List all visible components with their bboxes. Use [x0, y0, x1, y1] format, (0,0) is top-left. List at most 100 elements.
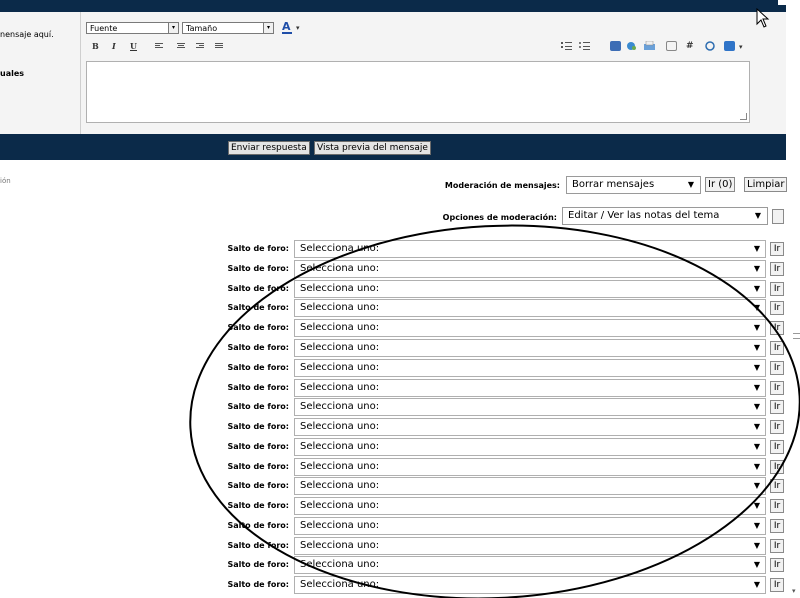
font-color-dropdown-icon[interactable]: ▾	[296, 24, 300, 32]
mouse-cursor-icon	[756, 8, 770, 28]
forum-jump-value: Selecciona uno:	[300, 283, 380, 294]
send-reply-button[interactable]: Enviar respuesta	[228, 141, 310, 155]
chevron-down-icon: ▼	[754, 211, 761, 220]
forum-jump-go-button[interactable]: Ir	[770, 578, 784, 592]
forum-jump-go-button[interactable]: Ir	[770, 539, 784, 553]
italic-button[interactable]: I	[112, 41, 116, 51]
forum-jump-go-button[interactable]: Ir	[770, 282, 784, 296]
forum-jump-value: Selecciona uno:	[300, 500, 380, 511]
forum-jump-go-button[interactable]: Ir	[770, 242, 784, 256]
align-center-icon[interactable]	[177, 43, 185, 50]
forum-jump-select[interactable]: Selecciona uno: ▼	[294, 240, 766, 258]
chevron-down-icon: ▼	[753, 560, 760, 569]
forum-jump-select[interactable]: Selecciona uno: ▼	[294, 517, 766, 535]
forum-jump-go-button[interactable]: Ir	[770, 460, 784, 474]
forum-jump-select[interactable]: Selecciona uno: ▼	[294, 260, 766, 278]
moderation-options-label: Opciones de moderación:	[442, 213, 557, 222]
forum-jump-go-button[interactable]: Ir	[770, 301, 784, 315]
forum-jump-value: Selecciona uno:	[300, 322, 380, 333]
clear-button[interactable]: Limpiar	[744, 177, 788, 192]
forum-jump-value: Selecciona uno:	[300, 480, 380, 491]
forum-jump-go-button[interactable]: Ir	[770, 361, 784, 375]
forum-jump-select[interactable]: Selecciona uno: ▼	[294, 576, 766, 594]
forum-jump-select[interactable]: Selecciona uno: ▼	[294, 339, 766, 357]
code-icon[interactable]	[705, 41, 716, 51]
forum-jump-select[interactable]: Selecciona uno: ▼	[294, 379, 766, 397]
forum-jump-select[interactable]: Selecciona uno: ▼	[294, 319, 766, 337]
forum-jump-go-button[interactable]: Ir	[770, 420, 784, 434]
forum-jump-go-button[interactable]: Ir	[770, 341, 784, 355]
forum-jump-row: Salto de foro: Selecciona uno: ▼ Ir	[0, 516, 786, 536]
forum-jump-row: Salto de foro: Selecciona uno: ▼ Ir	[0, 298, 786, 318]
forum-jump-select[interactable]: Selecciona uno: ▼	[294, 477, 766, 495]
forum-jump-select[interactable]: Selecciona uno: ▼	[294, 497, 766, 515]
forum-jump-row: Salto de foro: Selecciona uno: ▼ Ir	[0, 417, 786, 437]
align-left-icon[interactable]	[155, 43, 163, 50]
forum-jump-value: Selecciona uno:	[300, 362, 380, 373]
forum-jump-go-button[interactable]: Ir	[770, 440, 784, 454]
font-color-button[interactable]: A	[282, 20, 292, 34]
ordered-list-icon[interactable]	[561, 41, 572, 51]
align-right-icon[interactable]	[196, 43, 204, 50]
forum-jump-label: Salto de foro:	[227, 442, 289, 451]
message-moderation-select[interactable]: Borrar mensajes ▼	[566, 176, 701, 194]
header-corner-tab	[778, 0, 786, 5]
forum-jump-go-button[interactable]: Ir	[770, 381, 784, 395]
forum-jump-label: Salto de foro:	[227, 462, 289, 471]
font-select[interactable]: Fuente ▾	[86, 22, 179, 34]
image-icon[interactable]	[610, 41, 621, 51]
media-dropdown-icon[interactable]: ▾	[739, 43, 743, 51]
media-icon[interactable]	[724, 41, 735, 51]
forum-jump-select[interactable]: Selecciona uno: ▼	[294, 359, 766, 377]
email-icon[interactable]	[644, 40, 655, 51]
scrollbar-grip[interactable]	[793, 333, 800, 339]
chevron-down-icon: ▼	[753, 580, 760, 589]
forum-jump-row: Salto de foro: Selecciona uno: ▼ Ir	[0, 259, 786, 279]
forum-jump-label: Salto de foro:	[227, 303, 289, 312]
forum-jump-value: Selecciona uno:	[300, 421, 380, 432]
scroll-down-icon[interactable]: ▾	[792, 587, 796, 595]
forum-jump-label: Salto de foro:	[227, 383, 289, 392]
moderation-options-go-button[interactable]	[772, 209, 784, 224]
resize-handle-icon[interactable]	[740, 113, 747, 120]
bold-button[interactable]: B	[92, 41, 99, 51]
forum-jump-label: Salto de foro:	[227, 343, 289, 352]
message-textarea[interactable]	[86, 61, 750, 123]
forum-jump-go-button[interactable]: Ir	[770, 499, 784, 513]
quote-icon[interactable]	[666, 41, 677, 51]
chevron-down-icon: ▼	[753, 323, 760, 332]
forum-jump-select[interactable]: Selecciona uno: ▼	[294, 556, 766, 574]
moderation-go-button[interactable]: Ir (0)	[705, 177, 736, 192]
align-justify-icon[interactable]	[215, 43, 223, 50]
forum-jump-select[interactable]: Selecciona uno: ▼	[294, 537, 766, 555]
forum-jump-go-button[interactable]: Ir	[770, 262, 784, 276]
chevron-down-icon: ▼	[753, 303, 760, 312]
chevron-down-icon: ▼	[753, 501, 760, 510]
link-icon[interactable]	[626, 41, 637, 51]
forum-jump-go-button[interactable]: Ir	[770, 519, 784, 533]
forum-jump-select[interactable]: Selecciona uno: ▼	[294, 418, 766, 436]
forum-jump-go-button[interactable]: Ir	[770, 400, 784, 414]
moderation-options-select[interactable]: Editar / Ver las notas del tema ▼	[562, 207, 768, 225]
forum-jump-select[interactable]: Selecciona uno: ▼	[294, 299, 766, 317]
forum-jump-value: Selecciona uno:	[300, 243, 380, 254]
unordered-list-icon[interactable]	[579, 41, 590, 51]
forum-jump-row: Salto de foro: Selecciona uno: ▼ Ir	[0, 496, 786, 516]
size-select[interactable]: Tamaño ▾	[182, 22, 274, 34]
forum-jump-go-button[interactable]: Ir	[770, 321, 784, 335]
chevron-down-icon: ▼	[753, 442, 760, 451]
forum-jump-label: Salto de foro:	[227, 501, 289, 510]
chevron-down-icon: ▼	[687, 180, 694, 189]
forum-jump-select[interactable]: Selecciona uno: ▼	[294, 280, 766, 298]
forum-jump-row: Salto de foro: Selecciona uno: ▼ Ir	[0, 239, 786, 259]
forum-jump-select[interactable]: Selecciona uno: ▼	[294, 438, 766, 456]
preview-button[interactable]: Vista previa del mensaje	[314, 141, 431, 155]
forum-jump-row: Salto de foro: Selecciona uno: ▼ Ir	[0, 476, 786, 496]
forum-jump-select[interactable]: Selecciona uno: ▼	[294, 458, 766, 476]
underline-button[interactable]: U	[130, 41, 137, 51]
forum-jump-go-button[interactable]: Ir	[770, 558, 784, 572]
forum-jump-select[interactable]: Selecciona uno: ▼	[294, 398, 766, 416]
hash-icon[interactable]: #	[686, 41, 697, 51]
forum-jump-go-button[interactable]: Ir	[770, 479, 784, 493]
left-column-text: ión	[0, 177, 11, 185]
